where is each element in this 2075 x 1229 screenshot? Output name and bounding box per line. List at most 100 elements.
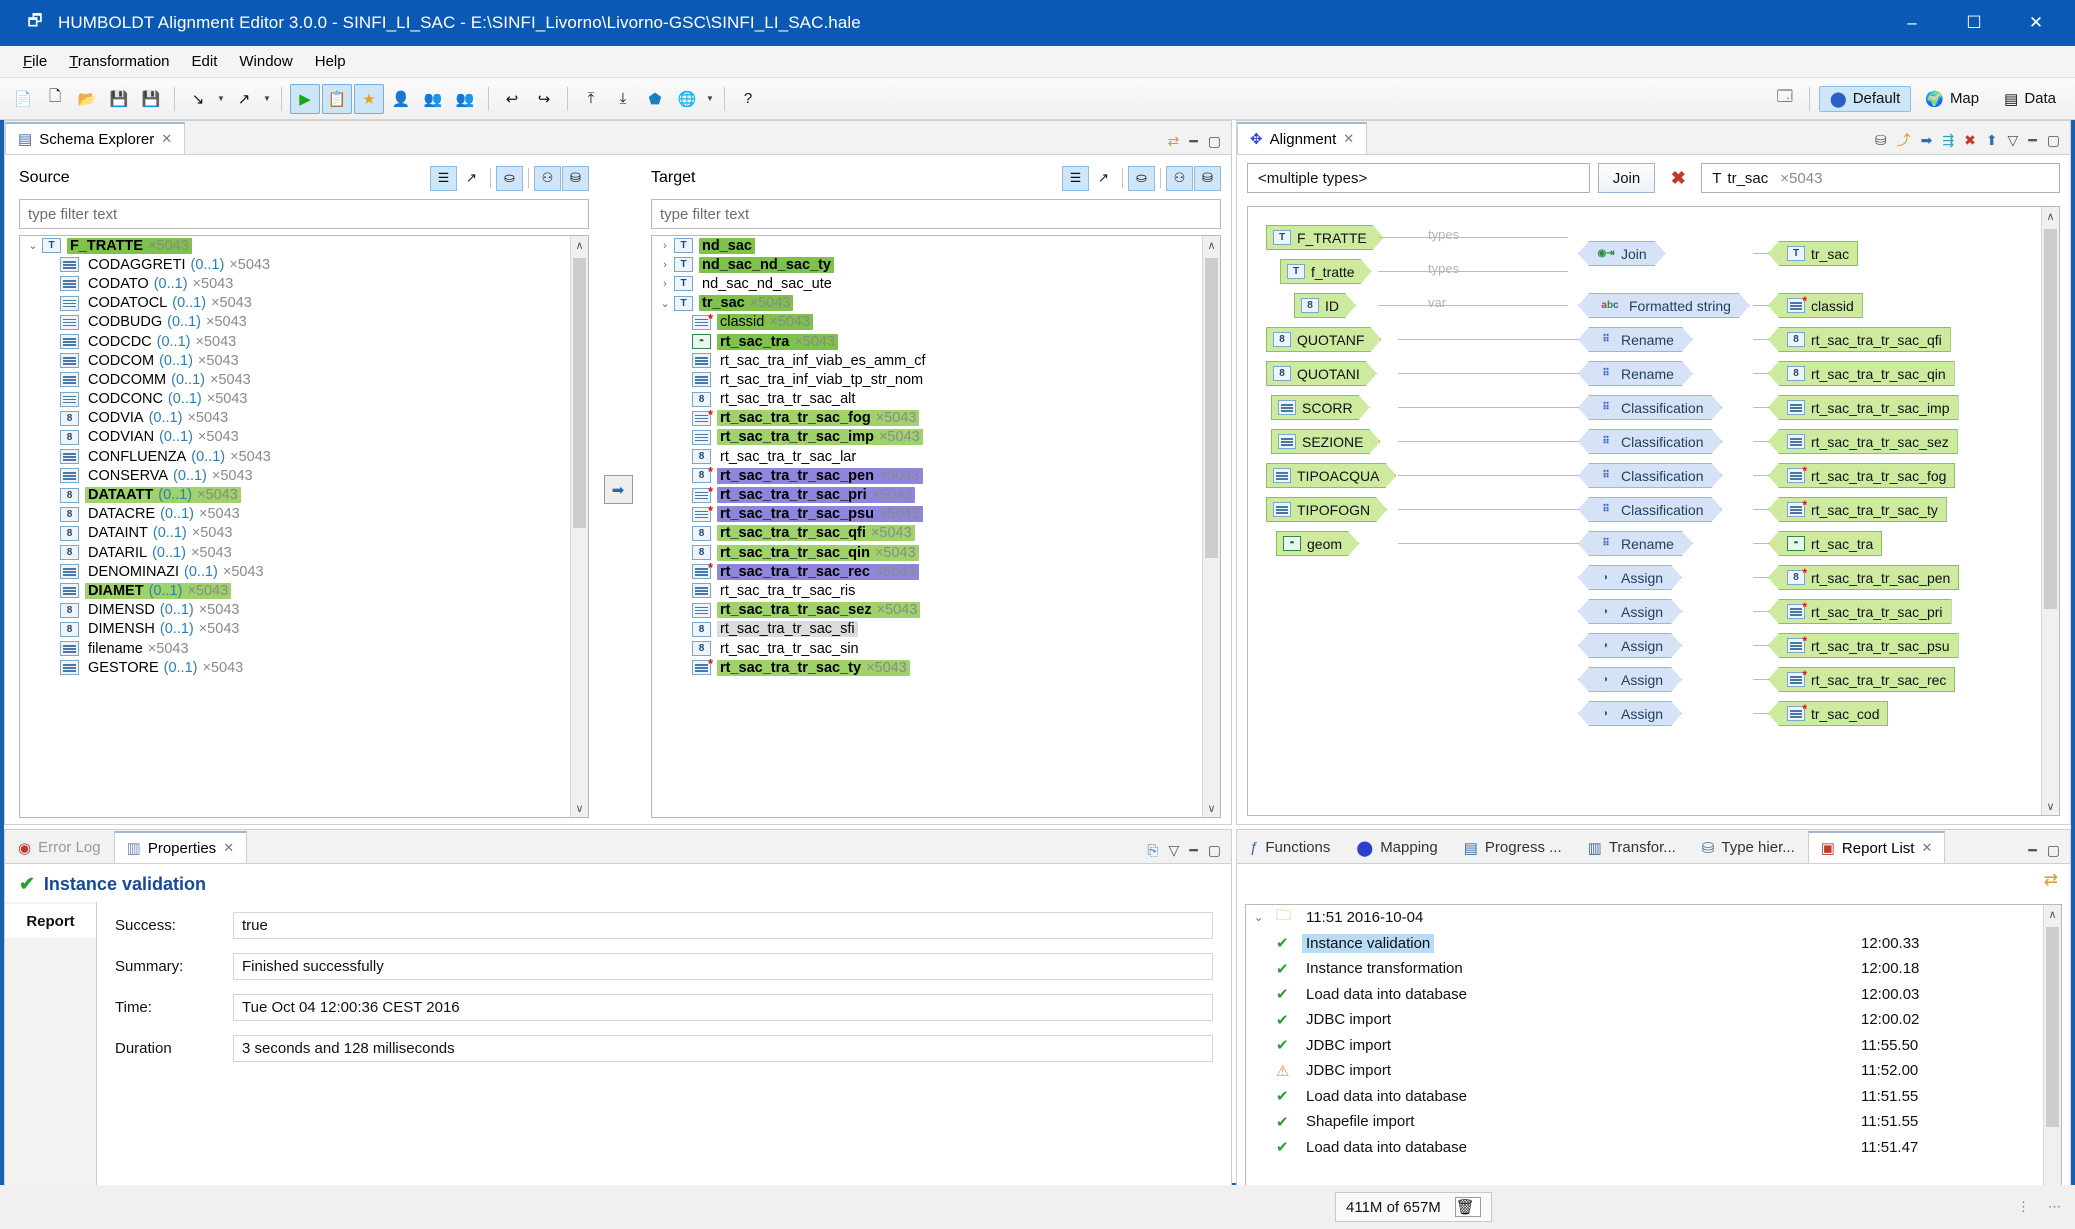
join-button[interactable]: Join bbox=[1597, 163, 1656, 193]
alignment-target-cell[interactable]: Ttr_sac bbox=[1768, 241, 1859, 266]
tab-mapping[interactable]: ⬤ Mapping bbox=[1343, 831, 1450, 863]
target-filter-input[interactable]: type filter text bbox=[651, 199, 1221, 229]
close-icon-properties[interactable]: ✕ bbox=[223, 840, 234, 856]
alignment-minimize-icon[interactable]: ━ bbox=[2028, 132, 2036, 149]
run-transformation-icon[interactable]: ▶ bbox=[290, 83, 320, 114]
scroll-up-icon[interactable]: ∧ bbox=[571, 236, 588, 254]
scroll-up-icon-2[interactable]: ∧ bbox=[1203, 236, 1220, 254]
alignment-target-type-field[interactable]: T tr_sac ×5043 bbox=[1701, 163, 2060, 193]
maximize-button[interactable]: ☐ bbox=[1943, 0, 2005, 46]
perspective-map[interactable]: 🌍 Map bbox=[1914, 86, 1990, 112]
tree-row[interactable]: CODATO (0..1) ×5043 bbox=[20, 274, 588, 293]
alignment-target-cell[interactable]: rt_sac_tra_tr_sac_rec bbox=[1768, 667, 1956, 692]
target-filter-types-icon[interactable]: ⛀ bbox=[1128, 165, 1155, 191]
alignment-source-cell[interactable]: T F_TRATTE bbox=[1266, 225, 1384, 250]
perspective-data[interactable]: ▤ Data bbox=[1993, 86, 2067, 112]
source-tree[interactable]: ⌄ T F_TRATTE ×5043 CODAGGRETI (0..1) ×5043 CODA… bbox=[19, 235, 589, 818]
tree-row[interactable]: CODCOMM (0..1) ×5043 bbox=[20, 370, 588, 389]
swap-schemas-icon[interactable]: ⇄ bbox=[1168, 133, 1180, 150]
undo-icon[interactable]: ↩ bbox=[497, 84, 527, 114]
tree-row[interactable]: 8 rt_sac_tra_tr_sac_sfi bbox=[652, 620, 1220, 639]
source-hierarchy-icon[interactable]: ⛁ bbox=[562, 165, 589, 191]
save-icon[interactable]: 💾 bbox=[104, 84, 134, 114]
trash-icon[interactable]: 🗑 bbox=[1454, 1197, 1481, 1217]
alignment-function-cell[interactable]: ◗ Assign bbox=[1578, 667, 1682, 692]
alignment-source-cell[interactable]: ◓ geom bbox=[1276, 531, 1359, 556]
save-as-icon[interactable]: 💾 bbox=[136, 84, 166, 114]
report-row[interactable]: ✔ Load data into database 11:51.55 bbox=[1246, 1084, 2061, 1110]
expand-toggle-icon[interactable]: › bbox=[656, 278, 674, 290]
property-value[interactable]: true bbox=[233, 912, 1213, 939]
tree-row[interactable]: rt_sac_tra_inf_viab_es_amm_cf bbox=[652, 351, 1220, 370]
report-list-scrollbar[interactable]: ∧ ∨ bbox=[2043, 905, 2061, 1229]
scroll-down-icon-2[interactable]: ∨ bbox=[1203, 799, 1220, 817]
tree-row[interactable]: rt_sac_tra_tr_sac_pri×5043 bbox=[652, 484, 1220, 504]
target-list-view-icon[interactable]: ☰ bbox=[1062, 165, 1089, 191]
target-hierarchy-icon[interactable]: ⛁ bbox=[1194, 165, 1221, 191]
tree-row[interactable]: › Tnd_sac bbox=[652, 236, 1220, 255]
alignment-target-cell[interactable]: ◓ rt_sac_tra bbox=[1768, 531, 1883, 556]
alignment-target-cell[interactable]: 8rt_sac_tra_tr_sac_pen bbox=[1768, 565, 1960, 590]
clear-alignment-button[interactable]: ✖ bbox=[1663, 163, 1693, 193]
globe-dropdown-icon[interactable]: ▼ bbox=[704, 94, 716, 103]
tree-row[interactable]: › Tnd_sac_nd_sac_ute bbox=[652, 274, 1220, 293]
alignment-source-cell[interactable]: SEZIONE bbox=[1271, 429, 1380, 454]
alignment-target-cell[interactable]: 8 rt_sac_tra_tr_sac_qfi bbox=[1768, 327, 1951, 352]
expand-toggle-icon[interactable]: ⌄ bbox=[656, 297, 674, 310]
property-value[interactable]: 3 seconds and 128 milliseconds bbox=[233, 1035, 1213, 1062]
alignment-source-cell[interactable]: TIPOACQUA bbox=[1266, 463, 1396, 488]
tab-report-list[interactable]: ▣ Report List ✕ bbox=[1807, 831, 1946, 863]
report-list-minimize-icon[interactable]: ━ bbox=[2028, 842, 2036, 859]
source-filter-input[interactable]: type filter text bbox=[19, 199, 589, 229]
tree-row[interactable]: CONFLUENZA (0..1) ×5043 bbox=[20, 447, 588, 466]
report-row[interactable]: ✔ Instance validation 12:00.33 bbox=[1246, 931, 2061, 957]
align-scroll-down-icon[interactable]: ∨ bbox=[2042, 797, 2059, 815]
tree-row[interactable]: 8 rt_sac_tra_tr_sac_sin bbox=[652, 639, 1220, 658]
tree-row[interactable]: 8 DATACRE (0..1) ×5043 bbox=[20, 505, 588, 524]
tree-row[interactable]: ⌄ Ttr_sac ×5043 bbox=[652, 294, 1220, 313]
target-tree-scrollbar[interactable]: ∧ ∨ bbox=[1202, 236, 1220, 817]
tab-properties[interactable]: ▥ Properties ✕ bbox=[113, 831, 248, 863]
tab-alignment[interactable]: ✥ Alignment ✕ bbox=[1237, 122, 1368, 154]
target-tree[interactable]: › Tnd_sac › Tnd_sac_nd_sac_ty › Tnd_sac_nd_sa… bbox=[651, 235, 1221, 818]
alignment-function-cell[interactable]: ⠿ Rename bbox=[1578, 531, 1693, 556]
alignment-next-icon[interactable]: ➡ bbox=[1921, 132, 1933, 149]
source-expand-icon[interactable]: ↗ bbox=[458, 166, 485, 191]
scroll-thumb[interactable] bbox=[573, 258, 586, 528]
alignment-target-cell[interactable]: classid bbox=[1768, 293, 1863, 318]
target-expand-icon[interactable]: ↗ bbox=[1090, 166, 1117, 191]
align-scroll-up-icon[interactable]: ∧ bbox=[2042, 207, 2059, 225]
alignment-source-cell[interactable]: SCORR bbox=[1271, 395, 1370, 420]
tab-transformation[interactable]: ▥ Transfor... bbox=[1575, 831, 1689, 863]
properties-menu-icon[interactable]: ▽ bbox=[1169, 842, 1180, 859]
properties-pin-icon[interactable]: ⎘ bbox=[1147, 842, 1158, 859]
tree-row[interactable]: CODATOCL (0..1) ×5043 bbox=[20, 294, 588, 313]
alignment-filter-icon[interactable]: ⇶ bbox=[1942, 132, 1954, 149]
tree-row[interactable]: rt_sac_tra_tr_sac_psu×5043 bbox=[652, 503, 1220, 524]
alignment-function-cell[interactable]: ⠿ Classification bbox=[1578, 395, 1722, 420]
target-group-icon[interactable]: ⚇ bbox=[1166, 165, 1193, 191]
alignment-source-cell[interactable]: Tf_tratte bbox=[1280, 259, 1372, 284]
alignment-source-cell[interactable]: 8 ID bbox=[1294, 293, 1356, 318]
tab-error-log[interactable]: ◉ Error Log bbox=[5, 831, 114, 863]
alignment-function-cell[interactable]: ◗ Assign bbox=[1578, 599, 1682, 624]
minimize-button[interactable]: – bbox=[1881, 0, 1943, 46]
tree-row[interactable]: rt_sac_tra_tr_sac_ty×5043 bbox=[652, 656, 1220, 677]
report-row[interactable]: ✔ Load data into database 12:00.03 bbox=[1246, 982, 2061, 1008]
alignment-target-cell[interactable]: rt_sac_tra_tr_sac_psu bbox=[1768, 633, 1959, 658]
menu-help[interactable]: Help bbox=[304, 50, 357, 73]
tree-row[interactable]: ◓ rt_sac_tra ×5043 bbox=[652, 332, 1220, 351]
scroll-thumb-2[interactable] bbox=[1205, 258, 1218, 558]
scroll-down-icon[interactable]: ∨ bbox=[571, 799, 588, 817]
import-source-schema-icon[interactable]: ↘ bbox=[183, 84, 213, 114]
tree-row[interactable]: 8rt_sac_tra_tr_sac_pen×5043 bbox=[652, 464, 1220, 485]
heap-status[interactable]: 411M of 657M 🗑 bbox=[1335, 1192, 1492, 1222]
user-source-icon[interactable]: 👤 bbox=[386, 84, 416, 114]
menu-edit[interactable]: Edit bbox=[181, 50, 229, 73]
report-list-body[interactable]: ⌄ 🗀 11:51 2016-10-04 ✔ Instance validation 1… bbox=[1245, 904, 2062, 1229]
maximize-view-icon[interactable]: ▢ bbox=[1208, 133, 1221, 150]
new-icon[interactable]: 🗋 bbox=[40, 84, 70, 114]
alignment-maximize-icon[interactable]: ▢ bbox=[2047, 132, 2060, 149]
properties-maximize-icon[interactable]: ▢ bbox=[1208, 842, 1221, 859]
alignment-function-cell[interactable]: ◗ Assign bbox=[1578, 701, 1682, 726]
